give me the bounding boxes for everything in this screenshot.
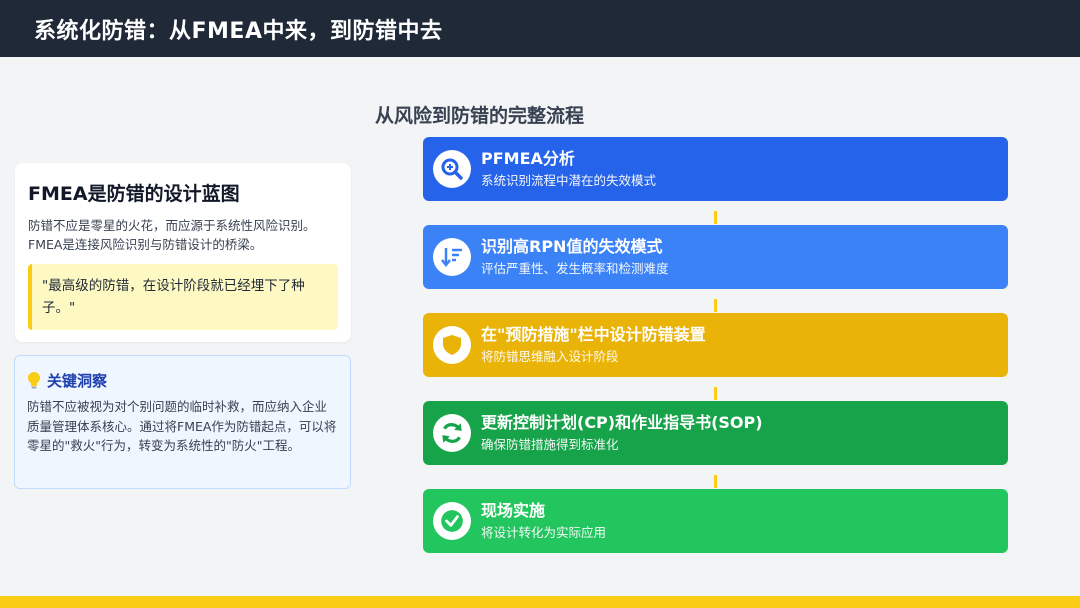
step-title: 现场实施 (481, 500, 546, 520)
step-text: PFMEA分析 系统识别流程中潜在的失效模式 (481, 149, 656, 190)
shield-icon (443, 335, 461, 355)
header-bar: 系统化防错：从FMEA中来，到防错中去 (0, 0, 1080, 57)
step-icon-wrap (433, 238, 471, 276)
footer-accent-bar (0, 596, 1080, 608)
step-title: 在"预防措施"栏中设计防错装置 (481, 324, 706, 344)
key-insight-box: 关键洞察 防错不应被视为对个别问题的临时补救，而应纳入企业质量管理体系核心。通过… (14, 355, 351, 489)
flow-connector (714, 299, 717, 312)
step-desc: 确保防错措施得到标准化 (481, 436, 619, 452)
page-title: 系统化防错：从FMEA中来，到防错中去 (34, 18, 443, 44)
step-icon-wrap (433, 502, 471, 540)
step-text: 现场实施 将设计转化为实际应用 (481, 501, 606, 542)
flow-step-preventive-design: 在"预防措施"栏中设计防错装置 将防错思维融入设计阶段 (423, 313, 1008, 377)
flow-step-pfmea: PFMEA分析 系统识别流程中潜在的失效模式 (423, 137, 1008, 201)
insight-title: 关键洞察 (47, 372, 108, 390)
insight-header: 关键洞察 (27, 370, 338, 391)
flow-connector (714, 475, 717, 488)
quote-block: "最高级的防错，在设计阶段就已经埋下了种子。" (28, 264, 338, 330)
fmea-blueprint-card: FMEA是防错的设计蓝图 防错不应是零星的火花，而应源于系统性风险识别。FMEA… (15, 163, 351, 342)
sort-down-icon (441, 248, 462, 268)
flow-step-on-site: 现场实施 将设计转化为实际应用 (423, 489, 1008, 553)
step-text: 更新控制计划(CP)和作业指导书(SOP) 确保防错措施得到标准化 (481, 413, 763, 454)
step-desc: 将防错思维融入设计阶段 (481, 348, 619, 364)
flow-connector (714, 387, 717, 400)
step-icon-wrap (433, 414, 471, 452)
card-title: FMEA是防错的设计蓝图 (28, 183, 240, 205)
card-body: 防错不应是零星的火花，而应源于系统性风险识别。FMEA是连接风险识别与防错设计的… (28, 218, 316, 252)
lightbulb-icon (28, 371, 40, 388)
step-icon-wrap (433, 326, 471, 364)
step-desc: 评估严重性、发生概率和检测难度 (481, 260, 669, 276)
flow-connector (714, 211, 717, 224)
step-desc: 将设计转化为实际应用 (481, 524, 607, 540)
insight-body: 防错不应被视为对个别问题的临时补救，而应纳入企业质量管理体系核心。通过将FMEA… (27, 399, 337, 453)
step-icon-wrap (433, 150, 471, 188)
step-title: PFMEA分析 (481, 148, 575, 168)
step-title: 识别高RPN值的失效模式 (481, 236, 663, 256)
flow-step-high-rpn: 识别高RPN值的失效模式 评估严重性、发生概率和检测难度 (423, 225, 1008, 289)
search-icon (441, 158, 463, 180)
sync-icon (442, 423, 462, 443)
step-title: 更新控制计划(CP)和作业指导书(SOP) (481, 412, 763, 432)
step-desc: 系统识别流程中潜在的失效模式 (481, 172, 657, 188)
step-text: 识别高RPN值的失效模式 评估严重性、发生概率和检测难度 (481, 237, 669, 278)
step-text: 在"预防措施"栏中设计防错装置 将防错思维融入设计阶段 (481, 325, 706, 366)
check-circle-icon (441, 510, 463, 532)
flow-title: 从风险到防错的完整流程 (375, 105, 585, 127)
flow-step-update-cp-sop: 更新控制计划(CP)和作业指导书(SOP) 确保防错措施得到标准化 (423, 401, 1008, 465)
